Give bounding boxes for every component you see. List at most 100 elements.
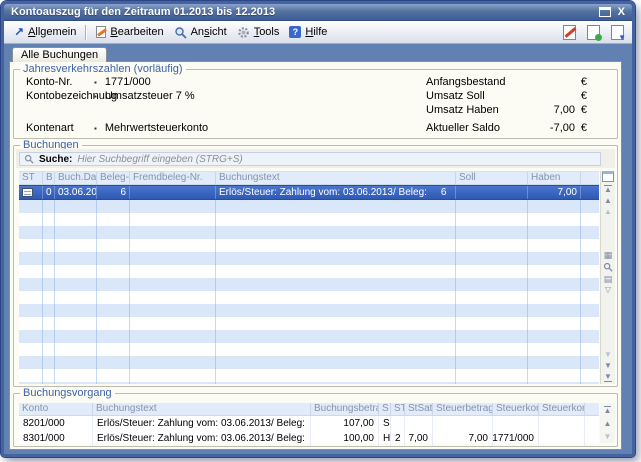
title-bar: Kontoauszug für den Zeitraum 01.2013 bis… [4,4,632,21]
list-view-icon[interactable]: ▤ [604,275,613,283]
maximize-icon[interactable] [599,7,611,17]
scroll-up-page-icon[interactable]: ▲ [604,208,612,216]
document-export-icon[interactable]: ▼ [611,25,624,40]
search-icon [24,154,34,164]
cell-soll [456,186,528,199]
jump-to-top-icon[interactable]: ▲ [604,406,612,415]
app-window: Kontoauszug für den Zeitraum 01.2013 bis… [1,1,635,457]
filter-icon[interactable]: ▽ [605,286,611,294]
column-separator [215,200,216,384]
bookings-grid: ST B Buch.Dat. Beleg-Nr. Fremdbeleg-Nr. … [19,171,599,384]
jump-to-top-icon[interactable]: ▲ [604,185,612,194]
close-icon[interactable]: X [618,7,625,17]
currency-symbol: € [581,122,587,134]
cell-s: S [379,416,391,431]
table-row-selected[interactable]: 0 03.06.2013 6 Erlös/Steuer: Zahlung vom… [19,185,599,200]
groupbox-jahresverkehrszahlen: Jahresverkehrszahlen (vorläufig) Konto-N… [13,69,618,139]
scroll-up-icon[interactable]: ▲ [604,420,612,428]
anfangsbestand-label: Anfangsbestand [426,76,506,88]
red-slash-icon [565,27,577,38]
column-header-st[interactable]: ST [19,172,43,184]
menu-label: Ansicht [191,26,227,38]
column-header-stsatz[interactable]: StSatz [405,403,433,415]
column-separator [580,200,581,384]
kontobezeichnung-value: ▪Umsatzsteuer 7 % [94,90,195,102]
column-separator [455,200,456,384]
column-header-st[interactable]: ST [391,403,405,415]
menu-label-part: ools [259,26,279,38]
table-view-icon[interactable]: ▦ [604,251,613,259]
cell-buchungstext: Erlös/Steuer: Zahlung vom: 03.06.2013/ B… [93,431,311,446]
table-row[interactable]: 8201/000 Erlös/Steuer: Zahlung vom: 03.0… [19,416,599,431]
menu-ansicht[interactable]: Ansicht [169,24,232,41]
tab-alle-buchungen[interactable]: Alle Buchungen [12,47,107,62]
column-header-b[interactable]: B [43,172,55,184]
menu-label: Allgemein [28,26,76,38]
column-header-fremdbelegnr[interactable]: Fremdbeleg-Nr. [130,172,216,184]
export-arrow-icon: ▼ [618,34,626,41]
scroll-down-page-icon[interactable]: ▼ [604,351,612,359]
column-header-steuerbetrag[interactable]: Steuerbetrag [433,403,493,415]
column-chooser-icon[interactable] [602,171,614,182]
field-value: Mehrwertsteuerkonto [105,122,208,134]
tab-page: Jahresverkehrszahlen (vorläufig) Konto-N… [9,61,622,450]
table-row[interactable]: 8301/000 Erlös/Steuer: Zahlung vom: 03.0… [19,431,599,446]
document-check-icon[interactable] [587,25,600,40]
scroll-up-icon[interactable]: ▲ [604,197,612,205]
scroll-down-icon[interactable]: ▼ [604,433,612,441]
column-header-buchungstext[interactable]: Buchungstext [216,172,456,184]
cell-konto: 8201/000 [19,416,93,431]
column-header-steuerkonto1[interactable]: Steuerkonto 1 [493,403,539,415]
column-separator [527,200,528,384]
menu-label: Tools [254,26,280,38]
transaction-grid-header: Konto Buchungstext Buchungsbetrag S ST S… [19,403,599,416]
cell-st [391,416,405,431]
column-header-soll[interactable]: Soll [456,172,528,184]
buchungstext-text: Erlös/Steuer: Zahlung vom: 03.06.2013/ B… [97,418,305,429]
groupbox-legend: Buchungsvorgang [20,387,115,399]
column-header-steuerkonto2[interactable]: Steuerkonto 2 [539,403,585,415]
search-input[interactable]: Suche: Hier Suchbegriff eingeben (STRG+S… [19,152,601,166]
cell-s: H [379,431,391,446]
window-title: Kontoauszug für den Zeitraum 01.2013 bis… [11,6,599,18]
column-header-buchungstext[interactable]: Buchungstext [93,403,311,415]
menu-label: Bearbeiten [110,26,163,38]
scroll-down-icon[interactable]: ▼ [604,362,612,370]
cell-st [19,186,43,199]
bullet-icon: ▪ [94,92,97,101]
window-controls: X [599,7,625,17]
transaction-grid: Konto Buchungstext Buchungsbetrag S ST S… [19,403,599,443]
menu-allgemein[interactable]: ↗ Allgemein [9,24,81,40]
menu-label-part: icht [210,26,227,38]
column-header-belegnr[interactable]: Beleg-Nr. [97,172,130,184]
menu-hilfe[interactable]: ? Hilfe [284,24,332,40]
external-arrow-icon: ↗ [14,27,24,37]
document-red-icon[interactable] [563,25,576,40]
grid-nav-top-group: ▲ ▲ ▲ [601,171,615,216]
column-separator [129,200,130,384]
cell-steuerkonto2 [539,416,585,431]
grid-search-icon[interactable] [603,262,613,272]
column-header-haben[interactable]: Haben [528,172,581,184]
toolbar-right: ▼ [563,25,627,40]
menu-tools[interactable]: Tools [232,24,285,41]
cell-belegnr: 6 [97,186,130,199]
currency-symbol: € [581,104,587,116]
jump-to-bottom-icon[interactable]: ▼ [604,373,612,382]
cell-steuerbetrag: 7,00 [433,431,493,446]
search-placeholder: Hier Suchbegriff eingeben (STRG+S) [77,154,242,165]
bullet-icon: ▪ [94,124,97,133]
cell-stsatz [405,416,433,431]
aktueller-saldo-value: -7,00 [485,122,575,134]
menu-label-part: llgemein [35,26,76,38]
bookings-empty-rows[interactable] [19,200,599,384]
column-header-buchungsbetrag[interactable]: Buchungsbetrag [311,403,379,415]
menu-bearbeiten[interactable]: Bearbeiten [91,24,168,40]
column-header-buchdat[interactable]: Buch.Dat. [55,172,97,184]
column-header-konto[interactable]: Konto [19,403,93,415]
tab-label: Alle Buchungen [21,49,98,61]
buchungstext-text: Erlös/Steuer: Zahlung vom: 03.06.2013/ B… [97,433,305,444]
column-header-s[interactable]: S [379,403,391,415]
column-separator [54,200,55,384]
cell-buchungstext: Erlös/Steuer: Zahlung vom: 03.06.2013/ B… [216,186,456,199]
